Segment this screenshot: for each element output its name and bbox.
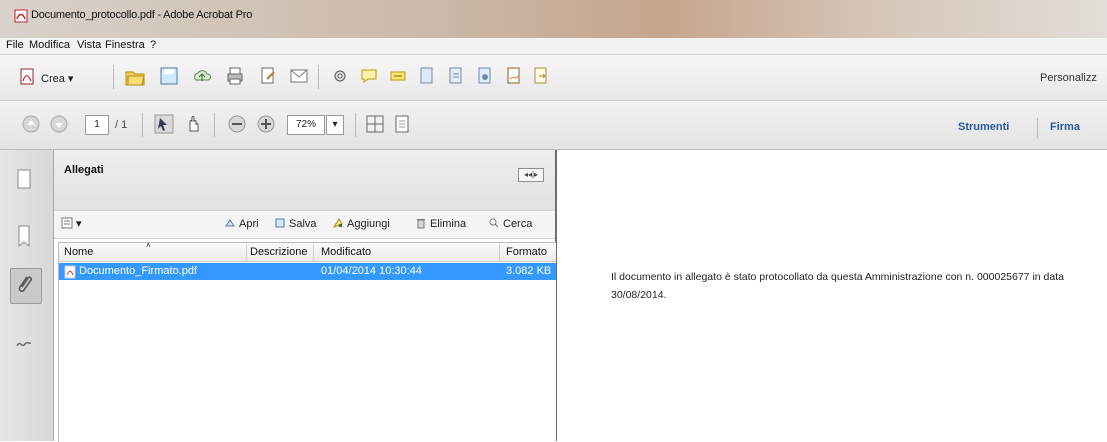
- sign-tab[interactable]: Firma: [1050, 121, 1080, 133]
- document-text-line-1: Il documento in allegato è stato protoco…: [611, 271, 1064, 283]
- add-attachment-icon: [332, 217, 344, 229]
- protect-document-icon[interactable]: [475, 66, 495, 86]
- select-tool-icon[interactable]: [154, 114, 174, 134]
- delete-attachment-button[interactable]: Elimina: [415, 217, 466, 230]
- zoom-dropdown-button[interactable]: ▾: [326, 115, 344, 135]
- email-icon[interactable]: [289, 66, 309, 86]
- column-modified[interactable]: Modificato: [321, 246, 371, 258]
- attachments-table: Nome ˄ Descrizione Modificato Formato Do…: [58, 241, 556, 442]
- settings-icon[interactable]: [330, 66, 350, 86]
- save-attachment-button[interactable]: Salva: [274, 217, 317, 230]
- window-titlebar: Documento_protocollo.pdf - Adobe Acrobat…: [0, 0, 1107, 38]
- create-button[interactable]: Crea ▾: [41, 72, 73, 85]
- comment-icon[interactable]: [359, 66, 379, 86]
- print-icon[interactable]: [225, 66, 245, 86]
- attachment-name: Documento_Firmato.pdf: [79, 265, 197, 277]
- create-pdf-icon: [18, 67, 38, 87]
- table-row[interactable]: Documento_Firmato.pdf 01/04/2014 10:30:4…: [59, 263, 556, 280]
- attachment-format: 3.082 KB: [506, 265, 552, 277]
- column-name[interactable]: Nome: [64, 246, 93, 258]
- hand-tool-icon[interactable]: [184, 114, 204, 134]
- fit-page-icon[interactable]: [392, 114, 412, 134]
- document-view[interactable]: Il documento in allegato è stato protoco…: [557, 150, 1107, 441]
- attachment-modified: 01/04/2014 10:30:44: [321, 265, 422, 277]
- open-folder-icon[interactable]: [124, 66, 145, 86]
- menu-help[interactable]: ?: [150, 39, 156, 51]
- toolbar-separator: [1037, 118, 1038, 138]
- navigation-toolbar: 1 / 1 72% ▾ Strumenti Firma: [0, 101, 1107, 150]
- options-icon: [61, 217, 73, 229]
- toolbar-separator: [355, 113, 356, 137]
- save-attachment-icon: [274, 217, 286, 229]
- add-attachment-button[interactable]: Aggiungi: [332, 217, 390, 230]
- menu-vista[interactable]: Vista: [77, 39, 101, 51]
- document-text-line-2: 30/08/2014.: [611, 289, 667, 301]
- upload-cloud-icon[interactable]: [192, 66, 212, 86]
- document-text: Il documento in allegato è stato protoco…: [611, 268, 1091, 304]
- column-description[interactable]: Descrizione: [250, 246, 307, 258]
- signatures-button[interactable]: [10, 326, 40, 360]
- attachment-file-icon: [64, 265, 76, 282]
- previous-page-icon[interactable]: [22, 115, 42, 135]
- zoom-out-icon[interactable]: [227, 114, 247, 134]
- save-label: Salva: [289, 218, 317, 230]
- next-page-icon[interactable]: [50, 115, 70, 135]
- page-display-icon[interactable]: [365, 114, 385, 134]
- attachments-table-header: Nome ˄ Descrizione Modificato Formato: [59, 241, 556, 262]
- zoom-in-icon[interactable]: [256, 114, 276, 134]
- trash-icon: [415, 217, 427, 229]
- zoom-input[interactable]: 72%: [287, 115, 325, 135]
- main-toolbar: Crea ▾ Personalizz: [0, 55, 1107, 101]
- attachments-title: Allegati: [64, 164, 104, 176]
- toolbar-separator: [318, 65, 319, 89]
- open-attachment-icon: [224, 217, 236, 229]
- column-format[interactable]: Formato: [506, 246, 547, 258]
- sort-indicator: ˄: [146, 241, 151, 250]
- thumbnail-pages-button[interactable]: [10, 164, 40, 198]
- toolbar-separator: [142, 113, 143, 137]
- column-separator: [313, 243, 314, 261]
- toolbar-separator: [113, 65, 114, 89]
- save-icon[interactable]: [159, 66, 179, 86]
- export-document-icon[interactable]: [531, 66, 551, 86]
- edit-document-icon[interactable]: [258, 66, 278, 86]
- toolbar-separator: [214, 113, 215, 137]
- pdf-app-icon: [14, 9, 28, 23]
- open-label: Apri: [239, 218, 259, 230]
- search-label: Cerca: [503, 218, 533, 230]
- navigation-rail: [0, 150, 54, 441]
- column-separator: [246, 243, 247, 261]
- customize-button[interactable]: Personalizz: [1040, 72, 1097, 84]
- highlight-icon[interactable]: [388, 66, 408, 86]
- menu-file[interactable]: File: [6, 39, 24, 51]
- menu-finestra[interactable]: Finestra: [105, 39, 145, 51]
- page-number-input[interactable]: 1: [85, 115, 109, 135]
- search-attachment-icon: [488, 217, 500, 229]
- delete-label: Elimina: [430, 218, 467, 230]
- document-tools-icon[interactable]: [446, 66, 466, 86]
- attachments-options-menu[interactable]: ▾: [61, 217, 82, 230]
- attachments-panel-header: Allegati ◂◂|▸: [54, 150, 555, 211]
- window-title: Documento_protocollo.pdf - Adobe Acrobat…: [31, 9, 253, 21]
- bookmarks-button[interactable]: [10, 220, 40, 254]
- panel-collapse-controls[interactable]: ◂◂|▸: [518, 168, 544, 182]
- open-attachment-button[interactable]: Apri: [224, 217, 259, 230]
- attachments-actions-bar: ▾ Apri Salva Aggiungi Elimina Cerca: [54, 212, 555, 239]
- page-tools-icon[interactable]: [417, 66, 437, 86]
- menu-bar: File Modifica Vista Finestra ?: [0, 38, 1107, 55]
- menu-modifica[interactable]: Modifica: [29, 39, 70, 51]
- tools-tab[interactable]: Strumenti: [958, 121, 1009, 133]
- page-total-label: / 1: [115, 119, 128, 131]
- attachments-button[interactable]: [10, 268, 42, 304]
- search-attachment-button[interactable]: Cerca: [488, 217, 532, 230]
- add-label: Aggiungi: [347, 218, 390, 230]
- column-separator: [499, 243, 500, 261]
- attachments-panel: Allegati ◂◂|▸ ▾ Apri Salva Aggiungi Elim…: [54, 150, 557, 442]
- sign-document-icon[interactable]: [504, 66, 524, 86]
